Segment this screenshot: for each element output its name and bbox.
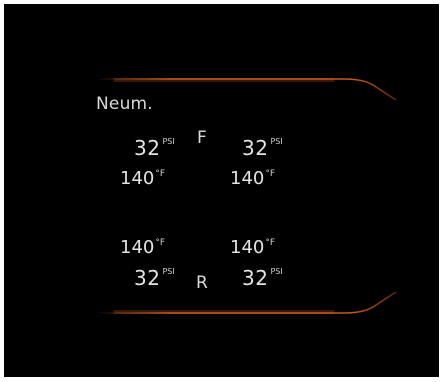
front-label: F	[197, 128, 207, 148]
rear-right-temp: 140°F	[230, 237, 275, 258]
rear-right-pressure: 32 PSI	[242, 266, 283, 290]
front-left-pressure: 32 PSI	[134, 136, 175, 160]
rear-label: R	[196, 273, 208, 293]
rear-right-temp-value: 140	[230, 237, 265, 258]
front-left-temp-value: 140	[120, 168, 155, 189]
rear-left-pressure: 32 PSI	[134, 266, 175, 290]
rear-left-pressure-unit: PSI	[162, 267, 175, 276]
front-left-temp: 140°F	[120, 168, 165, 189]
front-right-pressure-value: 32	[242, 136, 269, 160]
front-right-pressure: 32 PSI	[242, 136, 283, 160]
front-left-pressure-unit: PSI	[162, 137, 175, 146]
front-left-pressure-value: 32	[134, 136, 161, 160]
front-right-temp-unit: °F	[265, 169, 276, 179]
front-left-temp-unit: °F	[155, 169, 166, 179]
rear-left-temp-unit: °F	[155, 238, 166, 248]
tire-pressure-screen: Neum. F R 32 PSI 140°F 32 PSI 140°F 140°F …	[4, 4, 439, 377]
rear-left-pressure-value: 32	[134, 266, 161, 290]
tire-screen-title: Neum.	[96, 94, 153, 114]
frame-decoration	[96, 78, 397, 314]
rear-left-temp: 140°F	[120, 237, 165, 258]
rear-right-temp-unit: °F	[265, 238, 276, 248]
rear-left-temp-value: 140	[120, 237, 155, 258]
front-right-pressure-unit: PSI	[270, 137, 283, 146]
bottom-accent-line	[96, 291, 397, 314]
front-right-temp: 140°F	[230, 168, 275, 189]
rear-right-pressure-unit: PSI	[270, 267, 283, 276]
front-right-temp-value: 140	[230, 168, 265, 189]
rear-right-pressure-value: 32	[242, 266, 269, 290]
